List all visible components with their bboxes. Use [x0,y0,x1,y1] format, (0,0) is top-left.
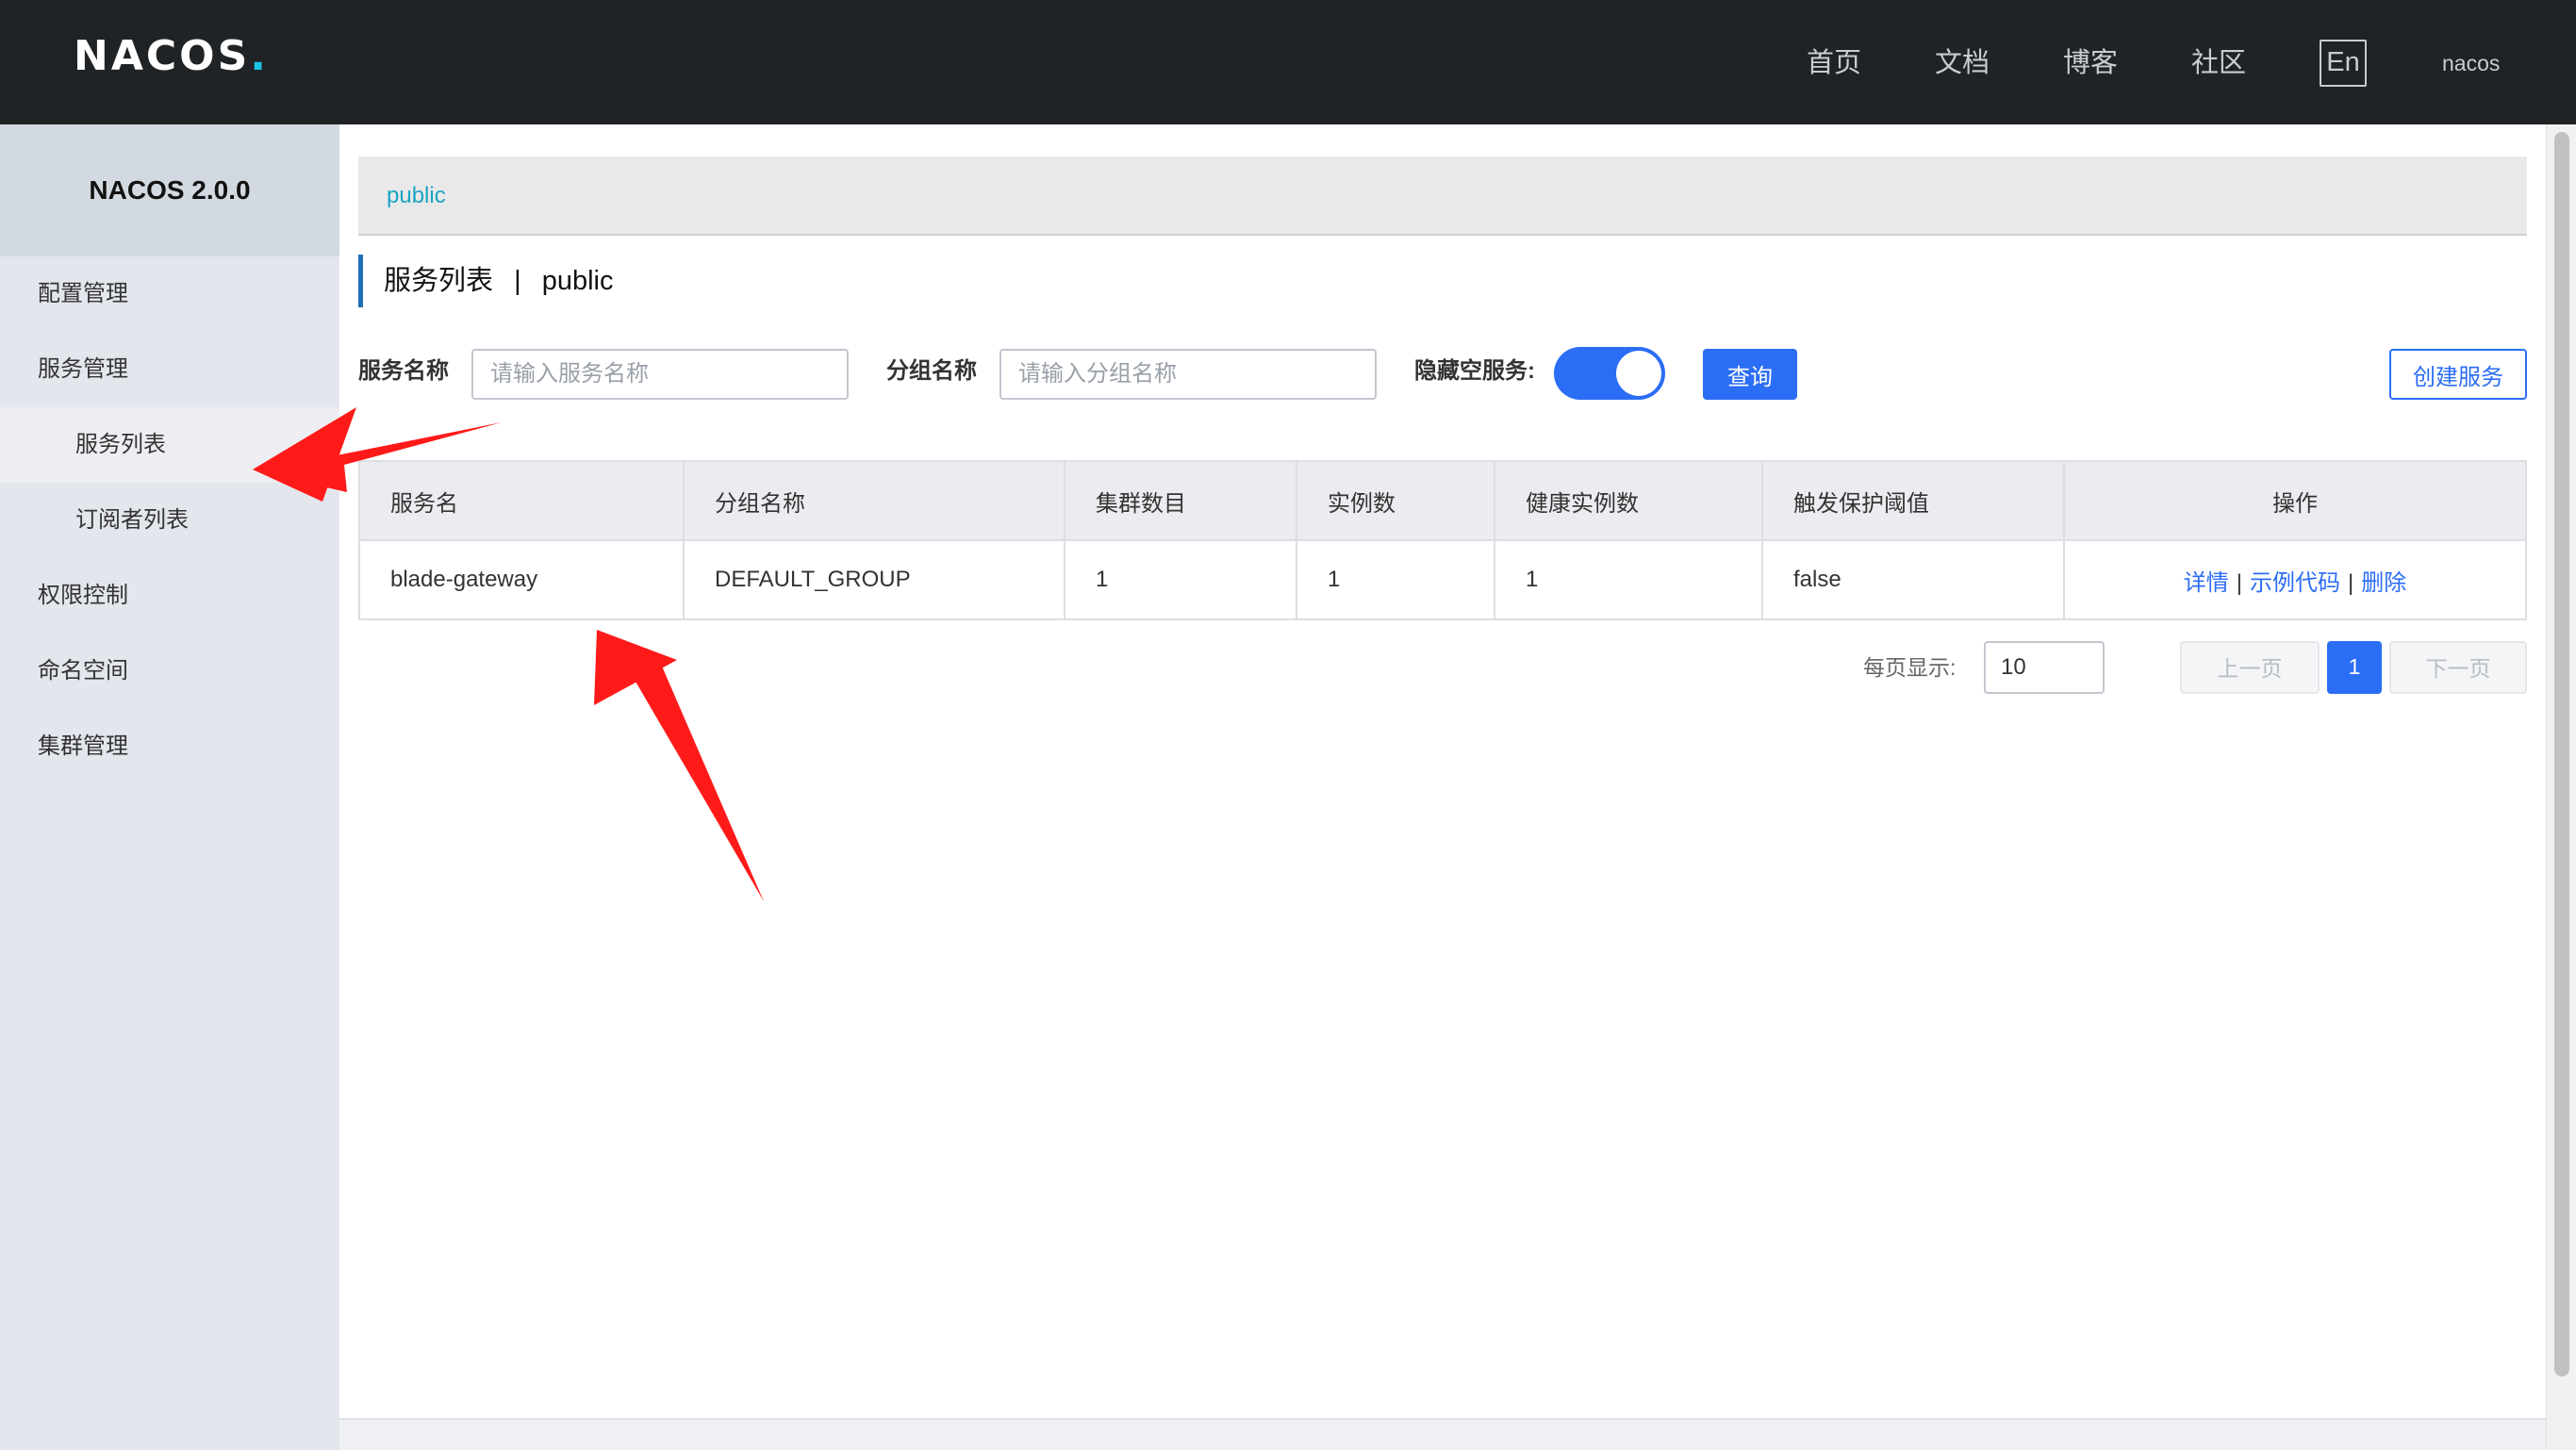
cell-instance-count: 1 [1296,539,1495,620]
nav-home[interactable]: 首页 [1807,40,1861,87]
page-title-text: 服务列表 [384,266,494,296]
page-title-separator: | [514,266,521,296]
prev-page-button[interactable]: 上一页 [2180,641,2320,694]
hide-empty-toggle[interactable] [1554,347,1665,400]
col-actions: 操作 [2063,460,2527,541]
page-title: 服务列表 | public [358,255,613,307]
query-button[interactable]: 查询 [1703,349,1797,400]
detail-link[interactable]: 详情 [2184,570,2229,596]
sidebar-item-auth[interactable]: 权限控制 [0,558,339,634]
sidebar-item-service-list[interactable]: 服务列表 [0,407,339,483]
service-name-label: 服务名称 [358,358,449,384]
service-table: 服务名 分组名称 集群数目 实例数 健康实例数 触发保护阈值 操作 blade-… [358,460,2527,620]
service-name-input[interactable] [471,349,849,400]
nav-docs[interactable]: 文档 [1935,40,1990,87]
scrollbar-thumb[interactable] [2554,132,2569,1376]
cell-service-name: blade-gateway [358,539,685,620]
action-separator: | [2348,569,2354,596]
cell-actions: 详情 | 示例代码 | 删除 [2063,539,2527,620]
top-header: NACOS. 首页 文档 博客 社区 En nacos [0,0,2576,124]
sidebar: NACOS 2.0.0 配置管理 服务管理 服务列表 订阅者列表 权限控制 命名… [0,124,339,1450]
namespace-bar: public [358,157,2527,236]
nav-blog[interactable]: 博客 [2063,40,2118,87]
cell-cluster-count: 1 [1064,539,1297,620]
page-size-select[interactable]: 10 [1984,641,2105,694]
col-group-name: 分组名称 [683,460,1065,541]
next-page-button[interactable]: 下一页 [2389,641,2527,694]
top-nav: 首页 文档 博客 社区 En nacos [0,40,2576,87]
sidebar-item-subscriber-list[interactable]: 订阅者列表 [0,483,339,558]
sidebar-item-service-management[interactable]: 服务管理 [0,332,339,407]
current-page-button[interactable]: 1 [2327,641,2382,694]
nav-community[interactable]: 社区 [2191,40,2246,87]
group-name-input[interactable] [999,349,1377,400]
sidebar-item-namespace[interactable]: 命名空间 [0,634,339,709]
namespace-link[interactable]: public [387,157,446,236]
page-title-namespace: public [541,266,614,296]
hide-empty-label: 隐藏空服务: [1414,358,1535,384]
toggle-knob [1616,351,1661,396]
col-instance-count: 实例数 [1296,460,1495,541]
table-header-row: 服务名 分组名称 集群数目 实例数 健康实例数 触发保护阈值 操作 [358,460,2527,541]
cell-protect-threshold: false [1761,539,2065,620]
action-separator: | [2236,569,2242,596]
col-service-name: 服务名 [358,460,685,541]
user-menu[interactable]: nacos [2442,40,2500,87]
cell-group-name: DEFAULT_GROUP [683,539,1065,620]
sidebar-version-title: NACOS 2.0.0 [0,124,339,256]
vertical-scrollbar[interactable] [2546,124,2576,1450]
delete-link[interactable]: 删除 [2361,570,2406,596]
main-content: public 服务列表 | public 服务名称 分组名称 隐藏空服务: 查询… [339,124,2546,1418]
sidebar-item-cluster[interactable]: 集群管理 [0,709,339,784]
main-bottom-edge [339,1418,2546,1450]
sidebar-item-config[interactable]: 配置管理 [0,256,339,332]
table-row: blade-gateway DEFAULT_GROUP 1 1 1 false … [358,539,2527,620]
sample-code-link[interactable]: 示例代码 [2250,570,2340,596]
col-healthy-count: 健康实例数 [1494,460,1763,541]
group-name-label: 分组名称 [886,358,977,384]
language-switch-button[interactable]: En [2320,40,2367,87]
cell-healthy-count: 1 [1494,539,1763,620]
create-service-button[interactable]: 创建服务 [2389,349,2527,400]
col-protect-threshold: 触发保护阈值 [1761,460,2065,541]
page-size-label: 每页显示: [1863,655,1957,680]
col-cluster-count: 集群数目 [1064,460,1297,541]
